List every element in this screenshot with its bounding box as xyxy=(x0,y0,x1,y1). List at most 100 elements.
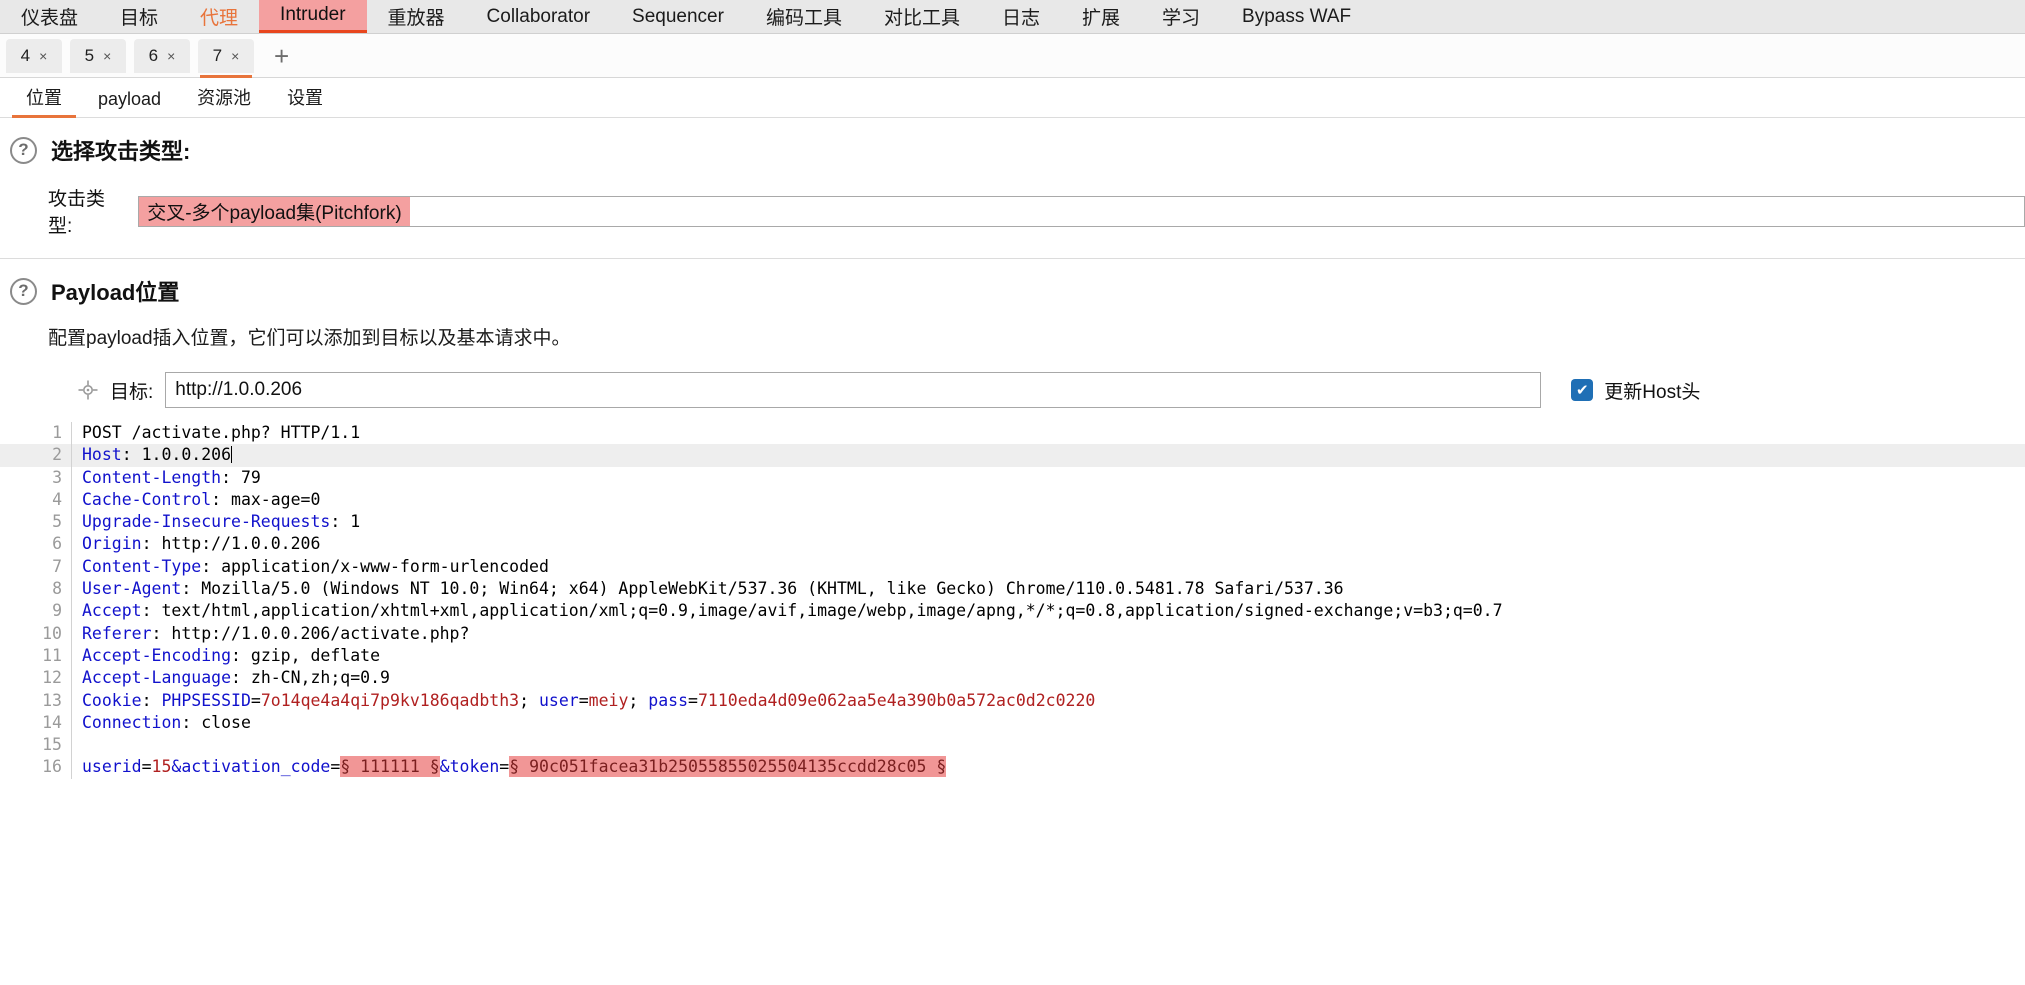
sub-tab-资源池[interactable]: 资源池 xyxy=(179,84,269,117)
main-tab-2[interactable]: 代理 xyxy=(179,0,259,33)
main-tab-12[interactable]: Bypass WAF xyxy=(1221,0,1372,33)
close-icon[interactable]: × xyxy=(167,48,175,64)
request-editor[interactable]: 1 POST /activate.php? HTTP/1.1 2 Host: 1.0.… xyxy=(0,422,2025,779)
add-attack-tab-button[interactable]: + xyxy=(264,43,299,69)
request-line[interactable]: 1 POST /activate.php? HTTP/1.1 xyxy=(0,422,2025,445)
request-line[interactable]: 4 Cache-Control: max-age=0 xyxy=(0,488,2025,512)
update-host-wrapper[interactable]: ✔ 更新Host头 xyxy=(1571,377,1700,404)
request-token: ; xyxy=(519,690,539,710)
request-line-content: Connection: close xyxy=(72,712,251,734)
help-icon[interactable]: ? xyxy=(10,136,37,164)
request-token: Referer xyxy=(82,623,152,643)
sub-tab-设置[interactable]: 设置 xyxy=(269,84,341,117)
line-number: 6 xyxy=(0,533,72,556)
request-line[interactable]: 15 xyxy=(0,734,2025,757)
request-line-content xyxy=(72,734,92,756)
main-tab-7[interactable]: 编码工具 xyxy=(745,0,863,33)
line-number: 13 xyxy=(0,689,72,712)
sub-tab-位置[interactable]: 位置 xyxy=(8,84,80,118)
request-token: = xyxy=(578,690,589,710)
line-number: 14 xyxy=(0,711,72,735)
main-tab-5[interactable]: Collaborator xyxy=(466,0,612,33)
main-tab-3[interactable]: Intruder xyxy=(259,0,367,33)
text-caret xyxy=(231,446,233,464)
main-tab-1[interactable]: 目标 xyxy=(99,0,179,33)
request-line[interactable]: 16 userid=15&activation_code=§ 111111 §&t… xyxy=(0,756,2025,779)
attack-type-selected-value: 交叉-多个payload集(Pitchfork) xyxy=(139,196,410,226)
help-icon[interactable]: ? xyxy=(10,277,37,305)
request-line-content: Accept-Language: zh-CN,zh;q=0.9 xyxy=(72,667,390,689)
update-host-label: 更新Host头 xyxy=(1604,381,1701,403)
attack-tab-bar: 4 × 5 × 6 × 7 × + xyxy=(0,34,2025,78)
request-line[interactable]: 9 Accept: text/html,application/xhtml+xml… xyxy=(0,600,2025,623)
main-tab-11[interactable]: 学习 xyxy=(1141,0,1221,33)
burp-intruder-window: 仪表盘 目标 代理 Intruder 重放器 Collaborator Sequencer 编… xyxy=(0,0,2025,985)
request-line[interactable]: 14 Connection: close xyxy=(0,711,2025,735)
request-line[interactable]: 7 Content-Type: application/x-www-form-ur… xyxy=(0,555,2025,579)
request-token: token xyxy=(449,757,500,777)
main-tab-9[interactable]: 日志 xyxy=(981,0,1061,33)
main-tab-8[interactable]: 对比工具 xyxy=(863,0,981,33)
intruder-sub-tab-bar: 位置 payload 资源池 设置 xyxy=(0,78,2025,118)
request-token: = xyxy=(250,690,261,710)
payload-positions-title: Payload位置 xyxy=(51,280,180,305)
request-line[interactable]: 10 Referer: http://1.0.0.206/activate.php… xyxy=(0,622,2025,645)
close-icon[interactable]: × xyxy=(39,48,47,64)
request-line[interactable]: 3 Content-Length: 79 xyxy=(0,466,2025,489)
request-line-content: Cookie: PHPSESSID=7o14qe4a4qi7p9kv186qad… xyxy=(72,690,1095,712)
line-number: 7 xyxy=(0,555,72,579)
request-token: & xyxy=(439,757,450,777)
request-token: : 1 xyxy=(330,512,361,532)
attack-type-header: ? 选择攻击类型: xyxy=(0,118,2025,166)
line-number: 2 xyxy=(0,444,72,467)
request-line[interactable]: 11 Accept-Encoding: gzip, deflate xyxy=(0,644,2025,668)
sub-tab-payload[interactable]: payload xyxy=(80,89,179,117)
request-token: = xyxy=(141,757,152,777)
request-token: Accept-Encoding xyxy=(82,645,232,665)
request-token: = xyxy=(330,757,341,777)
request-token: : xyxy=(141,690,162,710)
payload-marker[interactable]: § 90c051facea31b25055855025504135ccdd28c… xyxy=(509,756,947,778)
target-row: 目标: ✔ 更新Host头 xyxy=(0,350,2025,408)
attack-tab-label: 6 xyxy=(148,45,159,65)
line-number: 12 xyxy=(0,667,72,690)
request-line-content: POST /activate.php? HTTP/1.1 xyxy=(72,422,360,444)
attack-type-select[interactable]: 交叉-多个payload集(Pitchfork) xyxy=(138,195,2025,227)
line-number: 9 xyxy=(0,600,72,623)
payload-marker[interactable]: § 111111 § xyxy=(340,756,440,778)
request-token: Cookie xyxy=(82,690,142,710)
attack-tab-4[interactable]: 4 × xyxy=(6,38,62,73)
main-tab-6[interactable]: Sequencer xyxy=(611,0,745,33)
request-token: : 79 xyxy=(221,467,261,487)
attack-tab-6[interactable]: 6 × xyxy=(134,38,190,73)
main-tab-0[interactable]: 仪表盘 xyxy=(0,0,99,33)
request-line[interactable]: 12 Accept-Language: zh-CN,zh;q=0.9 xyxy=(0,667,2025,690)
request-token: pass xyxy=(648,690,689,710)
request-token: Host xyxy=(82,445,122,465)
request-line[interactable]: 5 Upgrade-Insecure-Requests: 1 xyxy=(0,511,2025,534)
main-tab-10[interactable]: 扩展 xyxy=(1061,0,1141,33)
request-token: : Mozilla/5.0 (Windows NT 10.0; Win64; x… xyxy=(181,579,1344,599)
request-token: Upgrade-Insecure-Requests xyxy=(82,512,331,532)
attack-tab-label: 7 xyxy=(212,45,223,65)
request-line[interactable]: 6 Origin: http://1.0.0.206 xyxy=(0,533,2025,556)
attack-tab-5[interactable]: 5 × xyxy=(70,38,126,73)
target-input[interactable] xyxy=(165,372,1542,408)
request-line-content: Accept: text/html,application/xhtml+xml,… xyxy=(72,600,1503,622)
update-host-checkbox[interactable]: ✔ xyxy=(1571,379,1594,401)
request-token: Connection xyxy=(82,712,182,732)
request-line-content: userid=15&activation_code=§ 111111 §&tok… xyxy=(72,756,947,778)
close-icon[interactable]: × xyxy=(231,48,239,64)
attack-tab-7[interactable]: 7 × xyxy=(198,38,254,78)
crosshair-icon[interactable] xyxy=(78,380,98,400)
main-tab-bar: 仪表盘 目标 代理 Intruder 重放器 Collaborator Sequencer 编… xyxy=(0,0,2025,34)
attack-type-title: 选择攻击类型: xyxy=(51,139,191,164)
close-icon[interactable]: × xyxy=(103,48,111,64)
request-token: Accept-Language xyxy=(82,668,232,688)
request-token: userid xyxy=(82,757,142,777)
request-line[interactable]: 13 Cookie: PHPSESSID=7o14qe4a4qi7p9kv186q… xyxy=(0,689,2025,712)
request-line[interactable]: 2 Host: 1.0.0.206 xyxy=(0,444,2025,467)
request-token: 7110eda4d09e062aa5e4a390b0a572ac0d2c0220 xyxy=(697,690,1096,710)
request-line[interactable]: 8 User-Agent: Mozilla/5.0 (Windows NT 10.… xyxy=(0,578,2025,601)
main-tab-4[interactable]: 重放器 xyxy=(367,0,466,33)
